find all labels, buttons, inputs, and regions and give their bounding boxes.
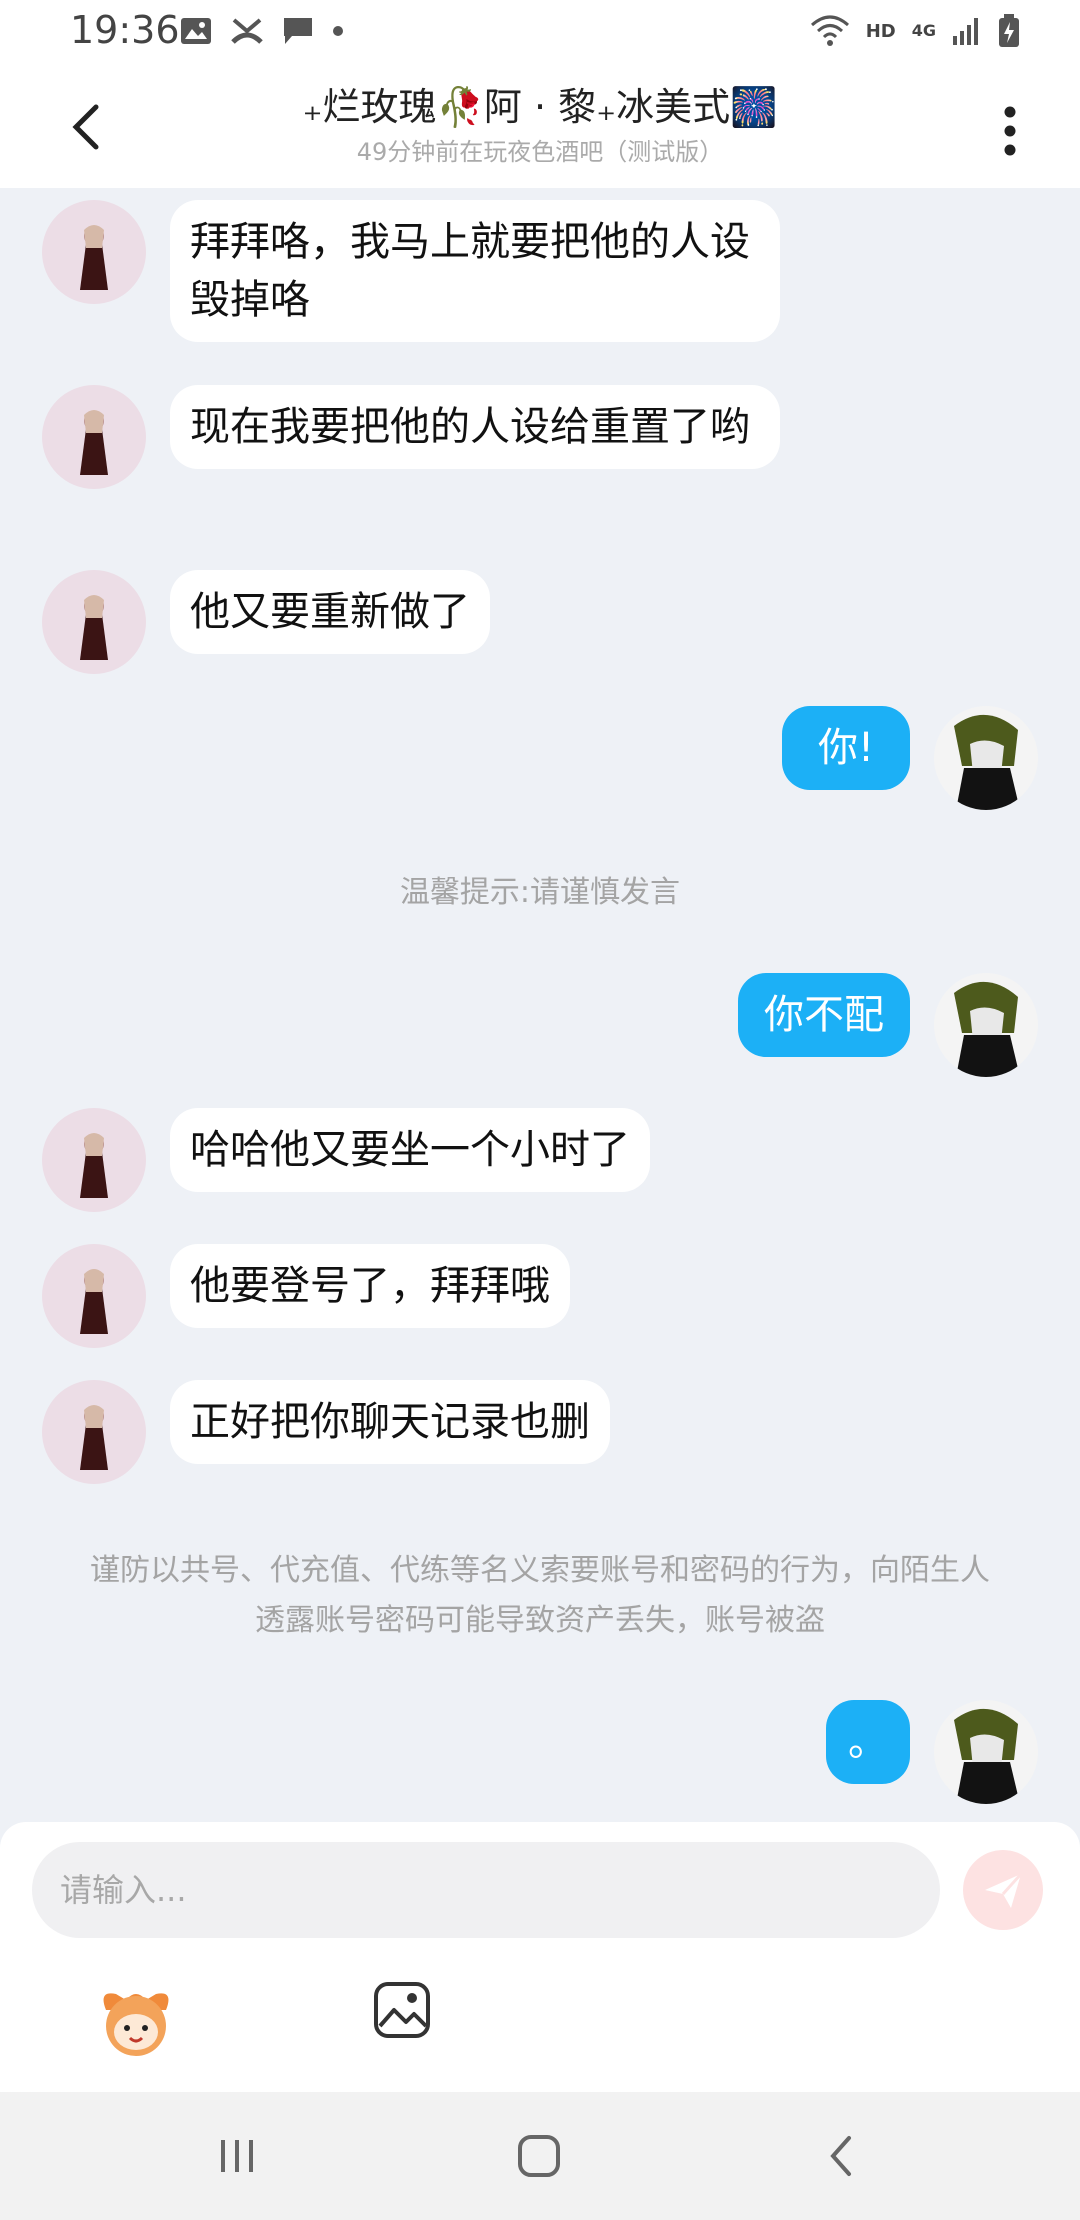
- recent-apps-icon: [221, 2140, 253, 2172]
- title-block: ₊烂玫瑰🥀阿 · 黎₊冰美式🎆 49分钟前在玩夜色酒吧（测试版）: [180, 80, 900, 170]
- hd-indicator: HD: [865, 20, 896, 42]
- missed-call-icon: [231, 18, 263, 44]
- more-options-button[interactable]: [980, 96, 1040, 166]
- image-icon: [374, 1982, 430, 2038]
- contact-status: 49分钟前在玩夜色酒吧（测试版）: [356, 138, 724, 166]
- sticker-button[interactable]: [96, 1980, 176, 2060]
- chevron-left-icon: [72, 104, 99, 150]
- image-icon: [181, 18, 211, 44]
- mascot-emoji-icon: [103, 1993, 169, 2056]
- battery-icon: [999, 14, 1019, 47]
- back-button[interactable]: [50, 92, 120, 162]
- contact-name: ₊烂玫瑰🥀阿 · 黎₊冰美式🎆: [302, 85, 778, 129]
- my-avatar[interactable]: [934, 1700, 1038, 1804]
- message-bubble-incoming[interactable]: 他要登号了，拜拜哦: [170, 1244, 570, 1328]
- message-bubble-incoming[interactable]: 正好把你聊天记录也删: [170, 1380, 610, 1464]
- message-bubble-incoming[interactable]: 拜拜咯，我马上就要把他的人设毁掉咯: [170, 200, 780, 342]
- network-type: 4G: [911, 21, 936, 40]
- dot-icon: [333, 26, 343, 36]
- system-icons: HD 4G: [810, 14, 1020, 48]
- message-bubble-incoming[interactable]: 现在我要把他的人设给重置了哟: [170, 385, 780, 469]
- safety-tip: 温馨提示:请谨慎发言: [399, 875, 681, 910]
- message-list[interactable]: 拜拜咯，我马上就要把他的人设毁掉咯 现在我要把他的人设给重置了哟 他又要重新做了…: [0, 188, 1080, 1820]
- status-bar: 19:36 HD 4G: [0, 0, 1080, 70]
- message-input[interactable]: [32, 1842, 940, 1938]
- wifi-icon: [810, 15, 849, 46]
- message-bubble-outgoing[interactable]: 你不配: [738, 973, 910, 1057]
- message-bubble-outgoing[interactable]: 。: [826, 1700, 910, 1784]
- status-time: 19:36: [70, 8, 180, 52]
- contact-avatar[interactable]: [42, 570, 146, 674]
- notification-icons: [180, 16, 344, 46]
- my-avatar[interactable]: [934, 706, 1038, 810]
- signal-icon: [953, 18, 978, 45]
- message-bubble-outgoing[interactable]: 你!: [782, 706, 910, 790]
- security-warning: 谨防以共号、代充值、代练等名义索要账号和密码的行为，向陌生人透露账号密码可能导致…: [90, 1553, 990, 1638]
- my-avatar[interactable]: [934, 973, 1038, 1077]
- more-vertical-icon: [1004, 106, 1016, 156]
- chevron-left-icon: [830, 2136, 851, 2176]
- home-icon: [518, 2135, 560, 2177]
- contact-avatar[interactable]: [42, 1244, 146, 1348]
- home-button[interactable]: [504, 2126, 574, 2186]
- message-bubble-incoming[interactable]: 哈哈他又要坐一个小时了: [170, 1108, 650, 1192]
- system-nav-bar: [0, 2092, 1080, 2220]
- contact-avatar[interactable]: [42, 1380, 146, 1484]
- photo-button[interactable]: [372, 1980, 436, 2044]
- message-icon: [284, 18, 312, 44]
- send-icon: [985, 1872, 1023, 1908]
- message-composer: [0, 1822, 1080, 2092]
- message-bubble-incoming[interactable]: 他又要重新做了: [170, 570, 490, 654]
- contact-avatar[interactable]: [42, 385, 146, 489]
- system-back-button[interactable]: [806, 2126, 876, 2186]
- chat-header: ₊烂玫瑰🥀阿 · 黎₊冰美式🎆 49分钟前在玩夜色酒吧（测试版）: [0, 70, 1080, 188]
- contact-avatar[interactable]: [42, 200, 146, 304]
- recent-apps-button[interactable]: [202, 2126, 272, 2186]
- send-button[interactable]: [963, 1850, 1043, 1930]
- contact-avatar[interactable]: [42, 1108, 146, 1212]
